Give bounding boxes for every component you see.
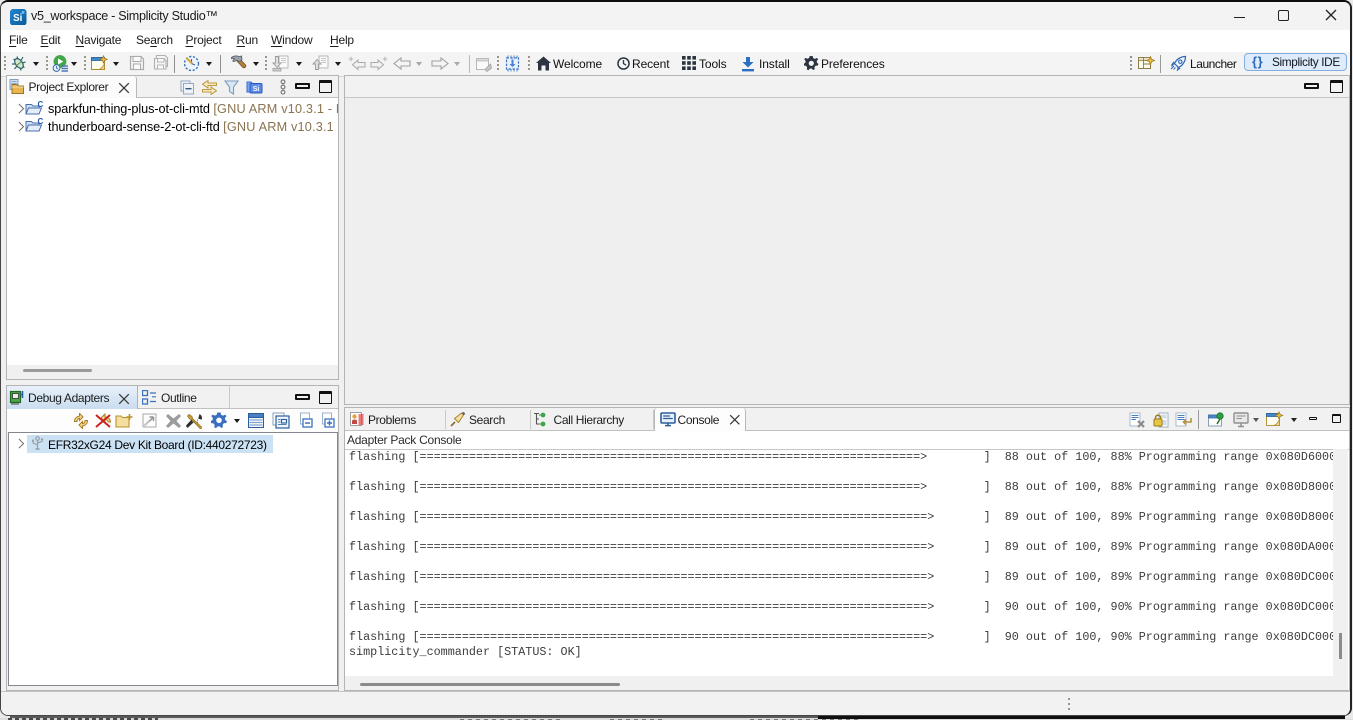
svg-text:Si: Si: [13, 13, 22, 24]
svg-text:C: C: [38, 118, 44, 126]
svg-text:C: C: [38, 101, 44, 109]
svg-text:Si: Si: [253, 86, 260, 93]
